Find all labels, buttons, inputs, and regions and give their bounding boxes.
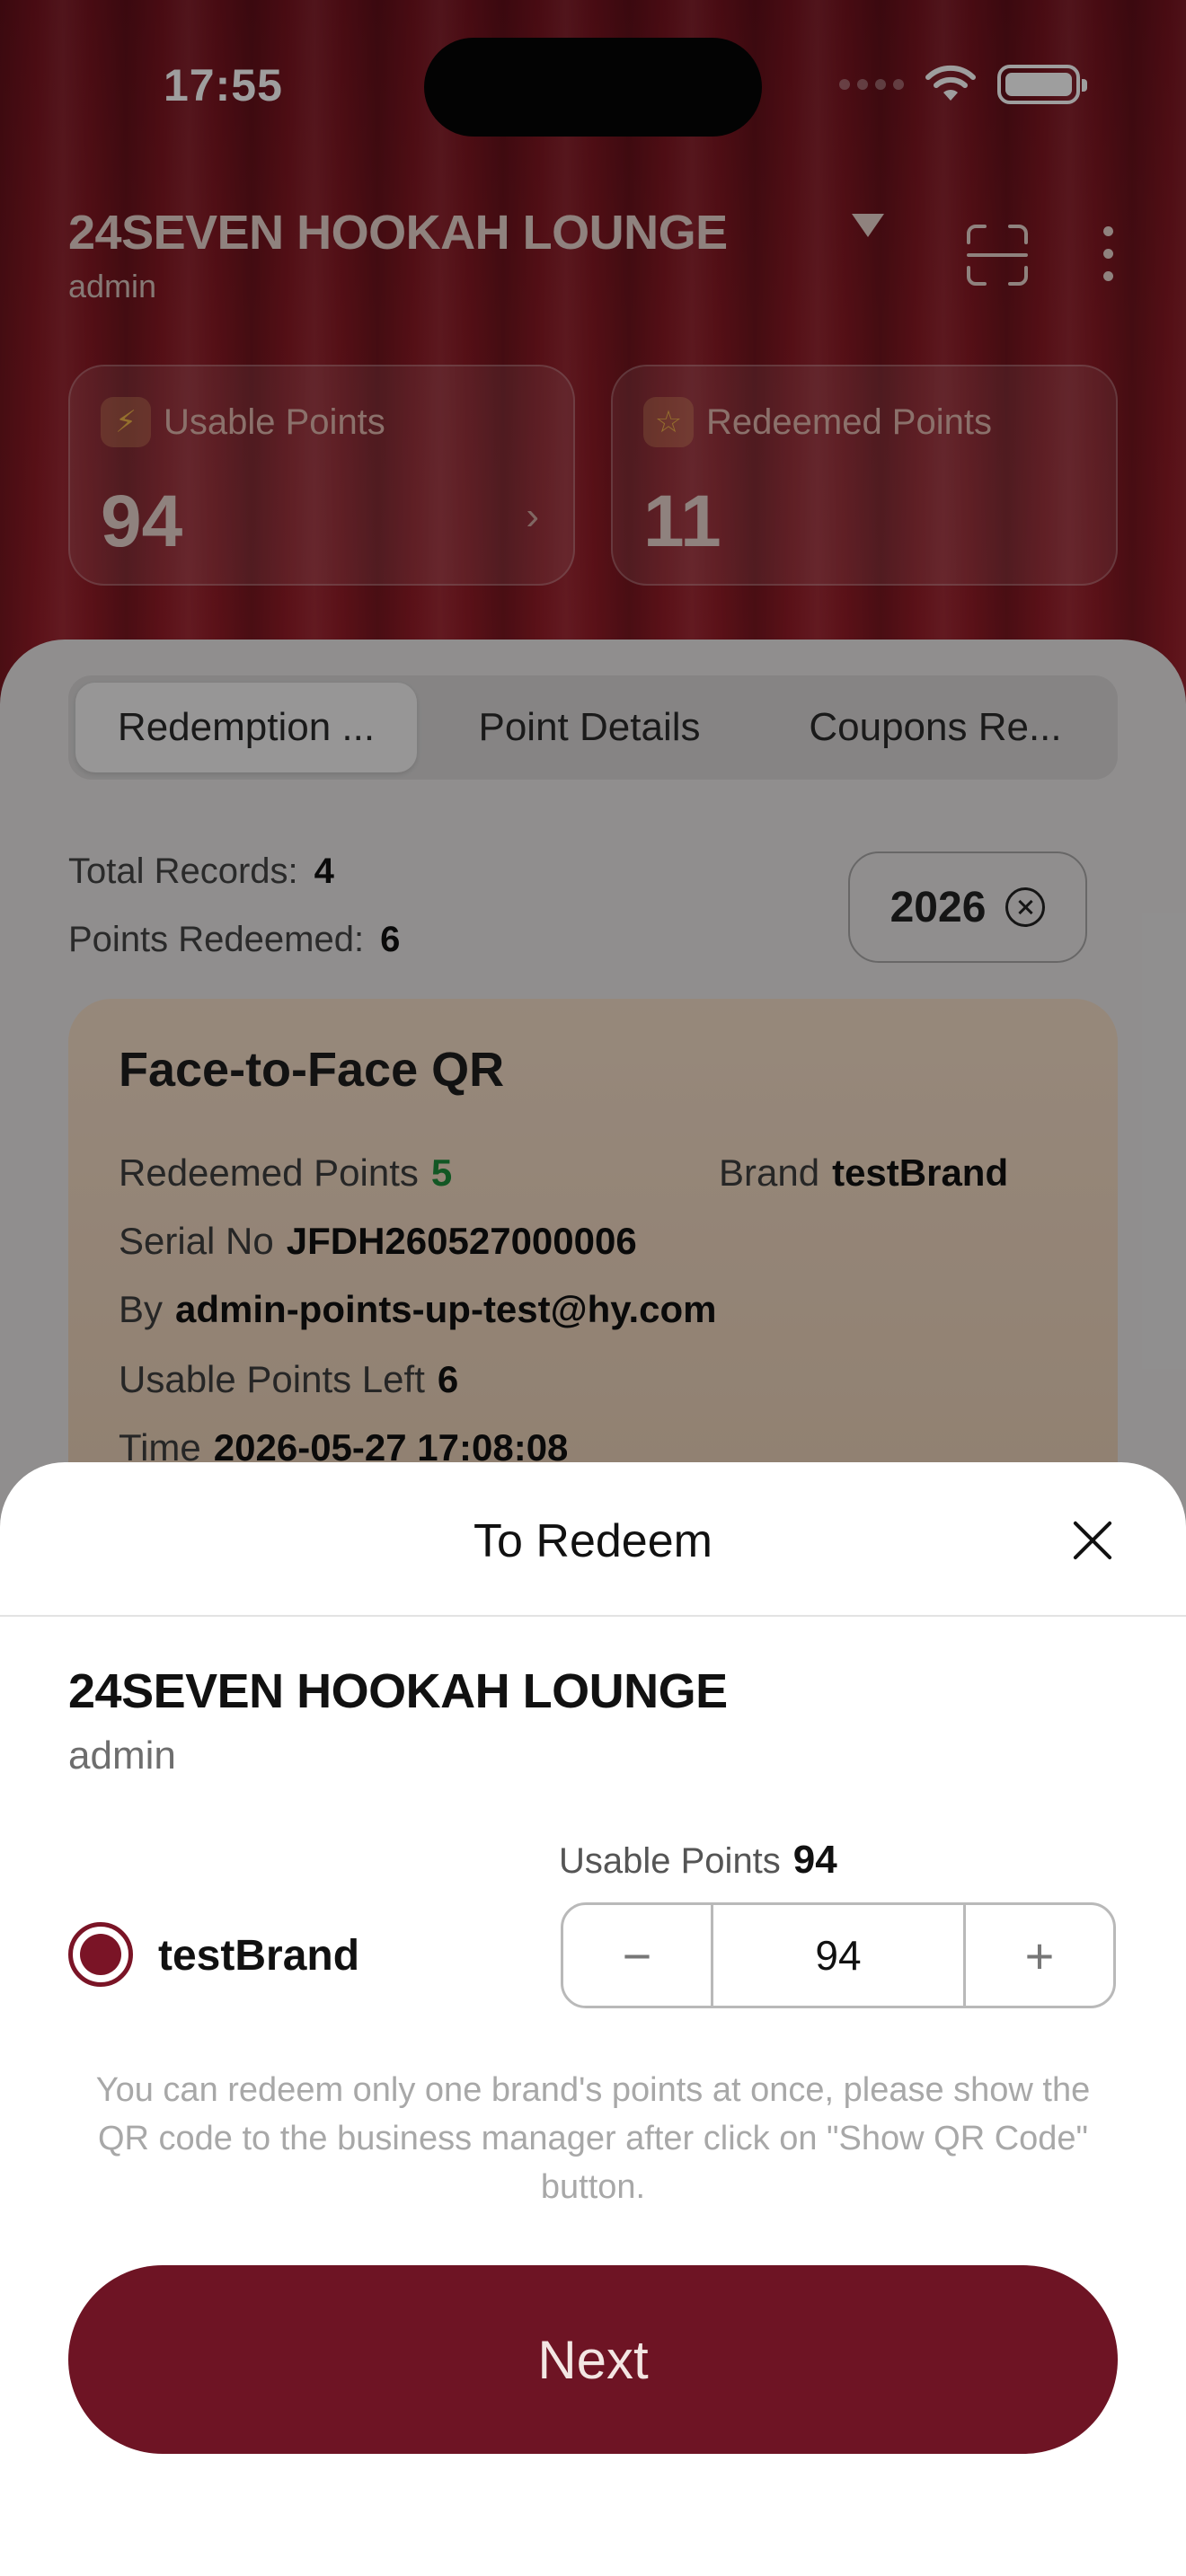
sheet-usable-points: Usable Points 94	[559, 1838, 837, 1883]
sheet-store-role: admin	[68, 1734, 176, 1778]
redeem-notice: You can redeem only one brand's points a…	[95, 2071, 1091, 2206]
next-button[interactable]: Next	[68, 2265, 1118, 2454]
points-stepper: − 94 +	[561, 1902, 1116, 2008]
decrement-button[interactable]: −	[563, 1905, 711, 2006]
brand-name[interactable]: testBrand	[158, 1931, 359, 1981]
increment-button[interactable]: +	[966, 1905, 1113, 2006]
sheet-usable-points-label: Usable Points	[559, 1841, 781, 1881]
sheet-store-name: 24SEVEN HOOKAH LOUNGE	[68, 1664, 728, 1718]
sheet-title: To Redeem	[474, 1515, 712, 1567]
points-input[interactable]: 94	[711, 1905, 966, 2006]
brand-radio[interactable]	[68, 1922, 133, 1987]
sheet-usable-points-value: 94	[792, 1838, 837, 1882]
screen: 17:55 24SEVEN HOOKAH LOUNGE admin ⚡ Usab…	[0, 0, 1186, 2576]
sheet-divider	[0, 1615, 1186, 1617]
close-icon[interactable]	[1067, 1514, 1118, 1565]
